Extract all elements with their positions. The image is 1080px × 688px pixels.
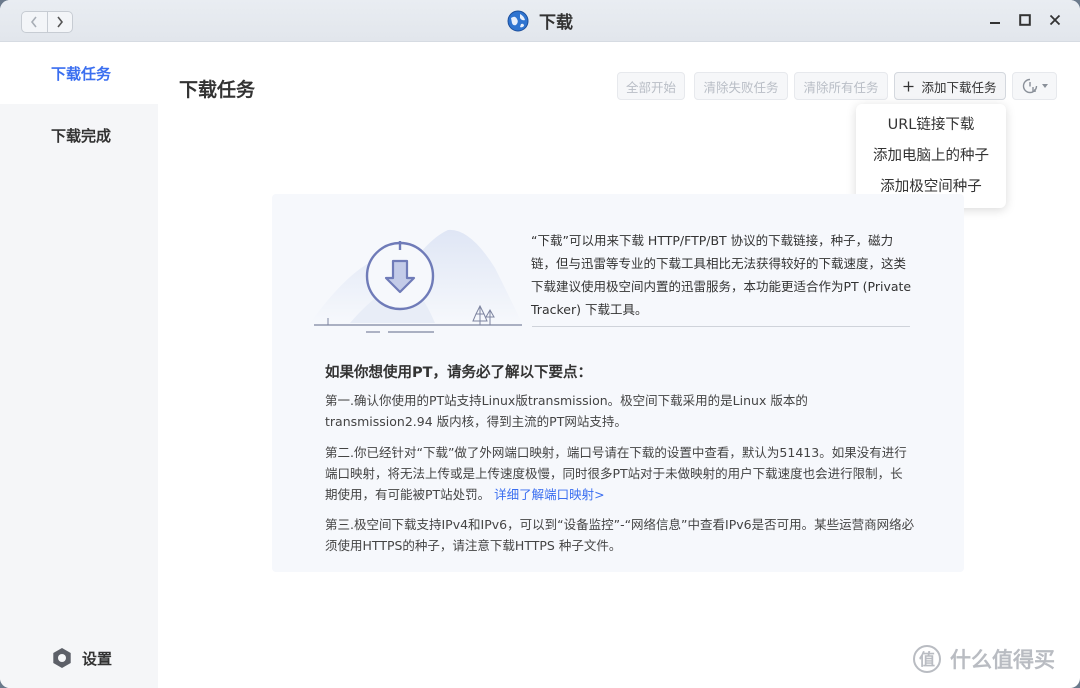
- watermark-text: 什么值得买: [950, 648, 1055, 672]
- app-window: 下载 下载任务 下载完成 设置 下载任务 全部开始 清除失败任务 清除所有任务 …: [0, 0, 1080, 688]
- add-task-label: 添加下载任务: [921, 79, 997, 95]
- divider: [532, 326, 910, 327]
- point-2-text: 第二.你已经针对“下载”做了外网端口映射，端口号请在下载的设置中查看，默认为51…: [325, 445, 907, 502]
- download-illustration: [310, 229, 522, 333]
- minimize-button[interactable]: [988, 13, 1002, 27]
- svg-text:值: 值: [919, 650, 935, 669]
- point-3-text: 第三.极空间下载支持IPv4和IPv6，可以到“设备监控”-“网络信息”中查看I…: [325, 517, 915, 553]
- sidebar-item-label: 下载任务: [51, 64, 112, 83]
- window-title: 下载: [539, 13, 573, 33]
- sidebar-item-download-tasks[interactable]: 下载任务: [0, 42, 158, 104]
- add-task-dropdown: URL链接下载 添加电脑上的种子 添加极空间种子: [856, 104, 1006, 208]
- close-button[interactable]: [1048, 13, 1062, 27]
- clear-all-label: 清除所有任务: [803, 79, 879, 95]
- point-1-text: 第一.确认你使用的PT站支持Linux版transmission。极空间下载采用…: [325, 393, 808, 429]
- plus-icon: [903, 81, 914, 91]
- gear-icon: [53, 648, 71, 668]
- clear-all-button[interactable]: 清除所有任务: [794, 72, 888, 100]
- info-card: “下载”可以用来下载 HTTP/FTP/BT 协议的下载链接，种子，磁力链，但与…: [272, 194, 964, 572]
- watermark: 值 什么值得买: [912, 644, 1055, 674]
- speed-gauge-icon: [1022, 78, 1037, 94]
- settings-label: 设置: [82, 649, 113, 668]
- start-all-label: 全部开始: [625, 79, 676, 95]
- close-icon: [1049, 14, 1061, 26]
- add-task-button[interactable]: 添加下载任务: [894, 72, 1006, 100]
- speed-limit-button[interactable]: [1012, 72, 1057, 100]
- menu-item-add-pc-torrent[interactable]: 添加电脑上的种子: [856, 139, 1006, 170]
- sidebar-item-label: 下载完成: [51, 126, 112, 145]
- minimize-icon: [990, 22, 1000, 24]
- title-bar: 下载: [0, 0, 1080, 42]
- clear-failed-label: 清除失败任务: [703, 79, 779, 95]
- sidebar: 下载任务 下载完成 设置: [0, 42, 158, 688]
- start-all-button[interactable]: 全部开始: [617, 72, 685, 100]
- port-mapping-link[interactable]: 详细了解端口映射>: [494, 487, 604, 502]
- page-title: 下载任务: [179, 79, 256, 101]
- settings-button[interactable]: 设置: [51, 647, 112, 669]
- section-heading: 如果你想使用PT，请务必了解以下要点：: [325, 365, 593, 381]
- sidebar-item-download-complete[interactable]: 下载完成: [0, 104, 158, 166]
- main-panel: 下载任务 全部开始 清除失败任务 清除所有任务 添加下载任务 URL链接下载 添…: [158, 42, 1080, 688]
- maximize-button[interactable]: [1018, 13, 1032, 27]
- description-text: “下载”可以用来下载 HTTP/FTP/BT 协议的下载链接，种子，磁力链，但与…: [531, 233, 912, 317]
- maximize-icon: [1019, 14, 1031, 26]
- point-2: 第二.你已经针对“下载”做了外网端口映射，端口号请在下载的设置中查看，默认为51…: [325, 442, 915, 505]
- menu-item-url-download[interactable]: URL链接下载: [856, 108, 1006, 139]
- caret-down-icon: [1041, 84, 1048, 88]
- clear-failed-button[interactable]: 清除失败任务: [694, 72, 788, 100]
- globe-app-icon: [507, 10, 529, 31]
- watermark-badge-icon: 值: [913, 645, 941, 673]
